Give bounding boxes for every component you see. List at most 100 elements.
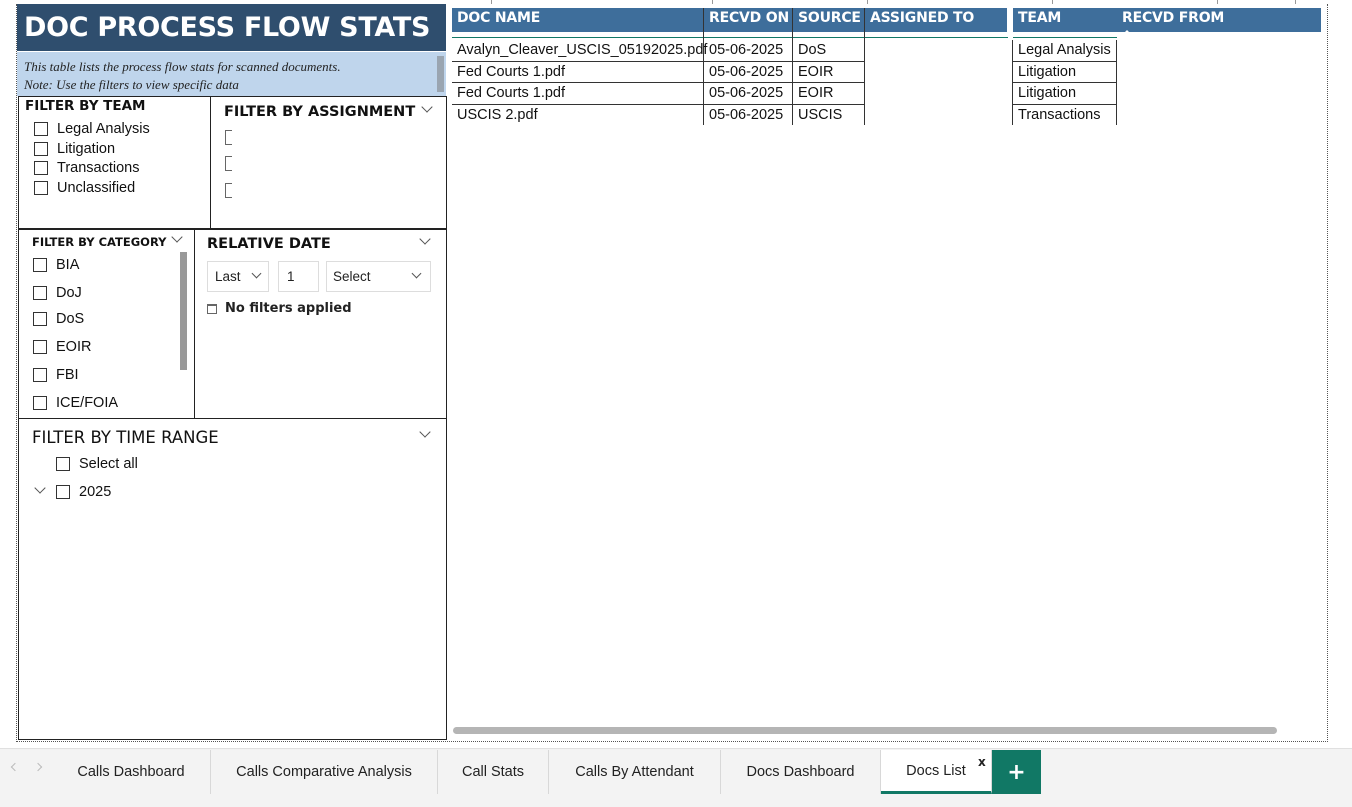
cell-doc-name: Fed Courts 1.pdf (457, 64, 565, 80)
checkbox[interactable] (33, 312, 47, 326)
tab-calls-dashboard[interactable]: Calls Dashboard (52, 750, 211, 794)
chevron-down-icon[interactable] (421, 101, 433, 113)
column-header-recvd-from[interactable]: RECVD FROM (1117, 8, 1321, 32)
checkbox[interactable] (33, 396, 47, 410)
chevron-down-icon[interactable] (171, 231, 183, 243)
team-option-legal-analysis[interactable]: Legal Analysis (34, 121, 150, 137)
relative-date-header: RELATIVE DATE (207, 236, 331, 252)
checkbox[interactable] (34, 122, 48, 136)
grid-line (1012, 104, 1117, 105)
grid-line (864, 8, 865, 125)
category-option-ice-foia[interactable]: ICE/FOIA (33, 395, 118, 411)
tab-docs-list[interactable]: Docs List (881, 750, 992, 794)
assignment-option-3[interactable] (225, 183, 232, 198)
assignment-option-1[interactable] (225, 130, 232, 145)
cell-doc-name: USCIS 2.pdf (457, 107, 538, 123)
checkbox[interactable] (34, 142, 48, 156)
checkbox[interactable] (33, 368, 47, 382)
column-header-recvd-on[interactable]: RECVD ON (704, 8, 792, 32)
header-underline (1013, 37, 1117, 38)
description-scrollbar[interactable] (437, 56, 444, 92)
time-select-all[interactable]: Select all (56, 456, 138, 472)
grid-line (792, 8, 793, 125)
grid-line (1012, 61, 1117, 62)
report-title-box: DOC PROCESS FLOW STATS (17, 4, 446, 51)
category-option-dos[interactable]: DoS (33, 311, 84, 327)
chevron-down-icon (251, 268, 262, 279)
checkbox[interactable] (34, 181, 48, 195)
checkbox[interactable] (33, 286, 47, 300)
cell-recvd-on: 05-06-2025 (709, 107, 784, 123)
filter-time-header: FILTER BY TIME RANGE (32, 428, 219, 447)
checkbox[interactable] (34, 161, 48, 175)
cell-source: USCIS (798, 107, 843, 123)
cell-team: Transactions (1018, 107, 1101, 123)
filter-assignment-header: FILTER BY ASSIGNMENT (224, 104, 416, 120)
cell-doc-name: Fed Courts 1.pdf (457, 85, 565, 101)
header-underline (452, 37, 1008, 38)
tab-docs-dashboard[interactable]: Docs Dashboard (721, 750, 881, 794)
category-scrollbar[interactable] (180, 252, 187, 370)
calendar-icon (207, 304, 217, 314)
top-ruler (447, 0, 1327, 4)
column-header-team[interactable]: TEAM (1013, 8, 1117, 32)
grid-line (452, 82, 864, 83)
category-option-bia[interactable]: BIA (33, 257, 79, 273)
filter-category-header: FILTER BY CATEGORY (32, 235, 167, 249)
tab-calls-by-attendant[interactable]: Calls By Attendant (549, 750, 721, 794)
relative-period-dropdown[interactable]: Last (207, 261, 269, 292)
cell-team: Legal Analysis (1018, 42, 1111, 58)
grid-line (452, 61, 864, 62)
sort-indicator-icon (1124, 30, 1130, 33)
assignment-option-2[interactable] (225, 156, 232, 171)
checkbox[interactable] (33, 258, 47, 272)
column-header-source[interactable]: SOURCE (793, 8, 864, 32)
add-page-button[interactable]: + (992, 750, 1041, 794)
team-option-litigation[interactable]: Litigation (34, 141, 115, 157)
category-option-doj[interactable]: DoJ (33, 285, 82, 301)
relative-date-panel: RELATIVE DATE Last 1 Select No filters a… (194, 229, 447, 419)
chevron-down-icon[interactable] (419, 426, 431, 438)
grid-line (703, 8, 704, 125)
report-title: DOC PROCESS FLOW STATS (24, 12, 431, 43)
category-option-eoir[interactable]: EOIR (33, 339, 91, 355)
cell-team: Litigation (1018, 64, 1077, 80)
grid-line (1012, 82, 1117, 83)
filter-team-panel: FILTER BY TEAM Legal Analysis Litigation… (18, 96, 211, 229)
description-line-1: This table lists the process flow stats … (24, 59, 341, 74)
chevron-down-icon[interactable] (419, 233, 431, 245)
filter-category-panel: FILTER BY CATEGORY BIA DoJ DoS EOIR FBI … (18, 229, 195, 419)
cell-team: Litigation (1018, 85, 1077, 101)
cell-recvd-on: 05-06-2025 (709, 64, 784, 80)
description-line-2: Note: Use the filters to view specific d… (24, 77, 239, 92)
cell-recvd-on: 05-06-2025 (709, 42, 784, 58)
tab-calls-comparative-analysis[interactable]: Calls Comparative Analysis (211, 750, 438, 794)
relative-unit-dropdown[interactable]: Select (326, 261, 431, 292)
chevron-down-icon (411, 268, 422, 279)
expand-chevron-icon[interactable] (34, 482, 46, 494)
column-header-doc-name[interactable]: DOC NAME (452, 8, 703, 32)
checkbox[interactable] (56, 457, 70, 471)
cell-source: EOIR (798, 64, 834, 80)
checkbox[interactable] (33, 340, 47, 354)
relative-count-input[interactable]: 1 (278, 261, 319, 292)
time-year-2025[interactable]: 2025 (56, 484, 111, 500)
team-option-unclassified[interactable]: Unclassified (34, 180, 135, 196)
filter-team-header: FILTER BY TEAM (25, 98, 146, 114)
filter-time-panel: FILTER BY TIME RANGE Select all 2025 (18, 418, 447, 740)
column-header-assigned-to[interactable]: ASSIGNED TO (865, 8, 1007, 32)
cell-doc-name: Avalyn_Cleaver_USCIS_05192025.pdf (457, 42, 708, 58)
grid-line (452, 104, 864, 105)
category-option-fbi[interactable]: FBI (33, 367, 79, 383)
report-description: This table lists the process flow stats … (17, 52, 446, 96)
checkbox[interactable] (56, 485, 70, 499)
relative-date-status: No filters applied (225, 301, 352, 316)
cell-recvd-on: 05-06-2025 (709, 85, 784, 101)
close-tab-icon[interactable]: x (978, 755, 986, 769)
cell-source: EOIR (798, 85, 834, 101)
filter-assignment-panel: FILTER BY ASSIGNMENT (210, 96, 447, 229)
cell-source: DoS (798, 42, 827, 58)
table-horizontal-scrollbar[interactable] (453, 727, 1277, 734)
tab-call-stats[interactable]: Call Stats (438, 750, 549, 794)
team-option-transactions[interactable]: Transactions (34, 160, 139, 176)
